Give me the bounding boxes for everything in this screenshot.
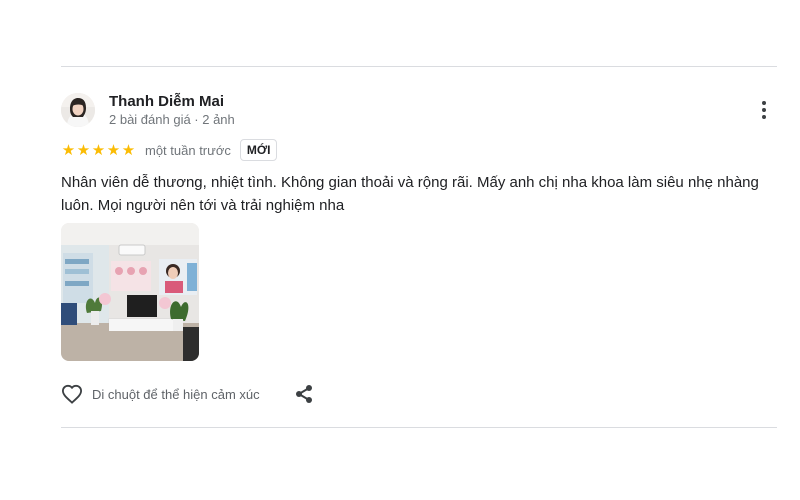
more-vert-dot (762, 108, 766, 112)
review-photo[interactable] (61, 223, 199, 361)
star-icon: ★ (121, 141, 136, 159)
review-actions: Di chuột để thể hiện cảm xúc (61, 381, 314, 407)
review-text: Nhân viên dễ thương, nhiệt tình. Không g… (61, 174, 759, 214)
star-icon: ★ (76, 141, 91, 159)
top-divider (61, 66, 777, 67)
more-options-button[interactable] (754, 99, 774, 121)
rating-row: ★ ★ ★ ★ ★ một tuần trước MỚI (61, 138, 278, 162)
like-button[interactable]: Di chuột để thể hiện cảm xúc (61, 384, 260, 404)
star-icon: ★ (61, 141, 76, 159)
bottom-divider (61, 427, 777, 428)
review-time: một tuần trước (145, 142, 231, 158)
reviewer-name[interactable]: Thanh Diễm Mai (109, 93, 224, 110)
new-badge: MỚI (239, 139, 278, 161)
share-button[interactable] (294, 384, 314, 404)
avatar-photo (61, 93, 95, 127)
star-icon: ★ (106, 141, 121, 159)
share-icon (295, 385, 312, 403)
star-rating: ★ ★ ★ ★ ★ (61, 143, 136, 158)
star-icon: ★ (91, 141, 106, 159)
more-vert-icon (762, 101, 766, 105)
reviewer-meta: 2 bài đánh giá · 2 ảnh (109, 112, 235, 127)
more-vert-dot (762, 115, 766, 119)
heart-outline-icon (61, 384, 83, 404)
clinic-interior-image (61, 223, 199, 361)
reviewer-avatar[interactable] (61, 93, 95, 127)
like-hint-label: Di chuột để thể hiện cảm xúc (92, 386, 260, 402)
